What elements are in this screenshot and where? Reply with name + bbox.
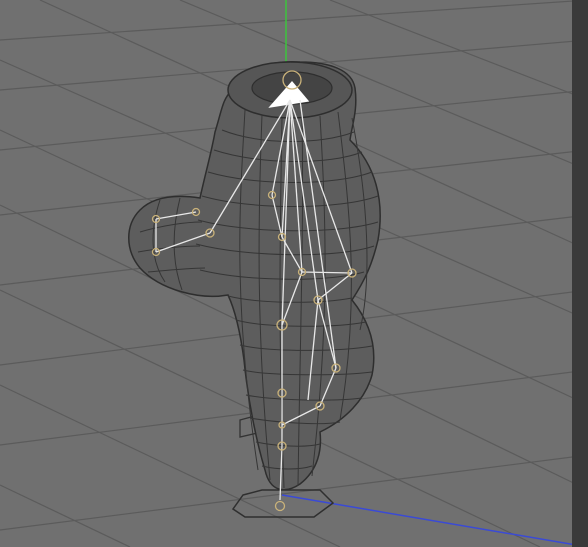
3d-viewport[interactable] [0, 0, 588, 547]
viewport-side-panel [572, 0, 588, 547]
scene-canvas[interactable] [0, 0, 588, 547]
